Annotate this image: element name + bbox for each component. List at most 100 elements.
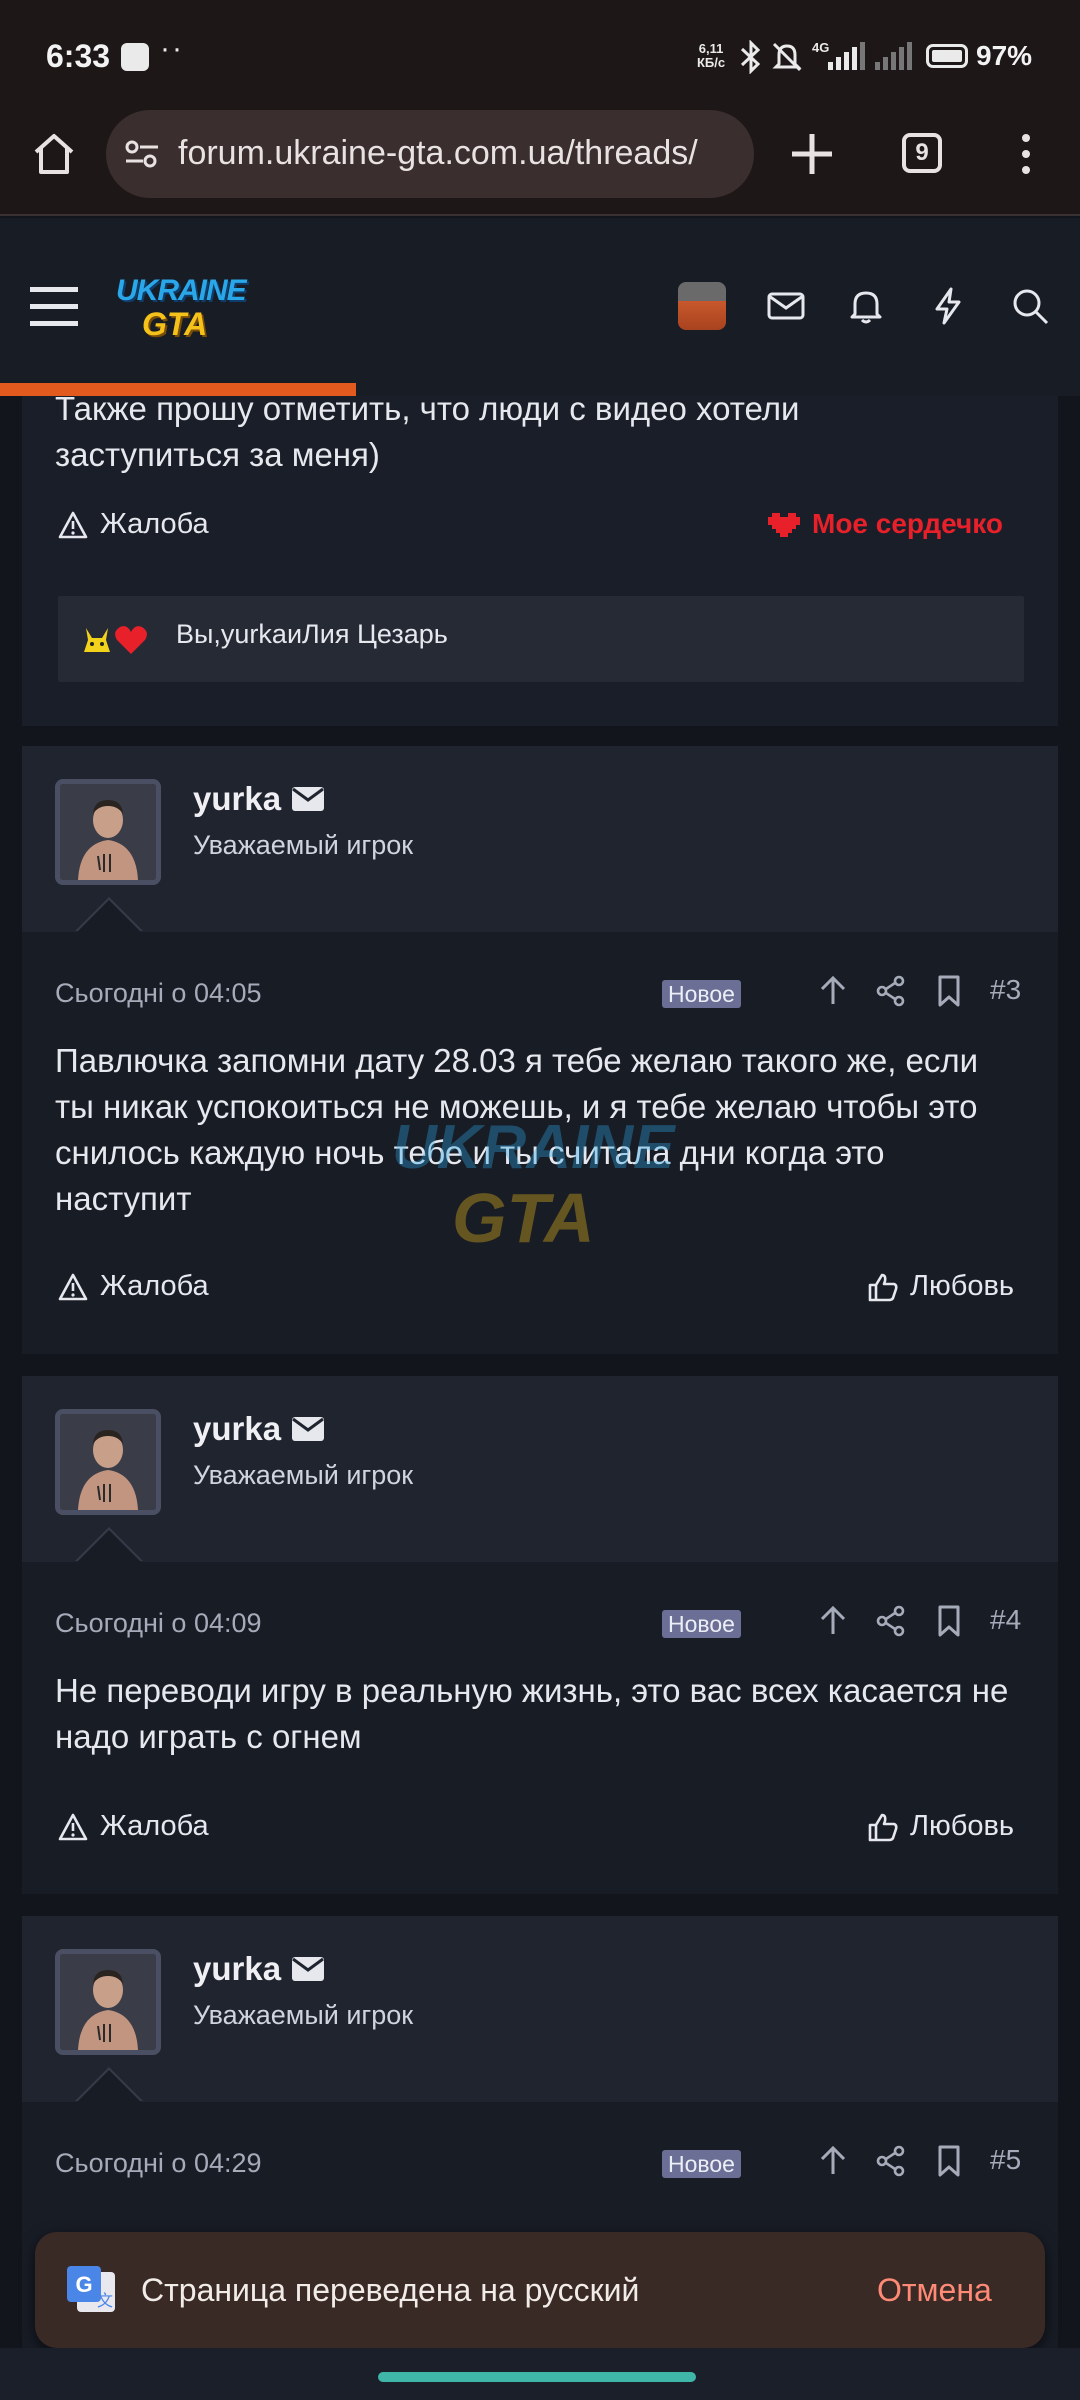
thumbs-up-icon xyxy=(868,1813,898,1841)
share-icon[interactable] xyxy=(874,974,908,1008)
share-icon[interactable] xyxy=(874,1604,908,1638)
arrow-up-icon[interactable] xyxy=(816,1604,850,1638)
post-number[interactable]: #3 xyxy=(990,974,1021,1006)
status-bar: 6:33 ·· 6,11 КБ/с 4G 97% xyxy=(0,0,1080,110)
warning-icon xyxy=(58,1813,88,1840)
report-button[interactable]: Жалоба xyxy=(58,1270,209,1303)
site-logo[interactable]: UKRAINE GTA xyxy=(112,274,248,344)
username[interactable]: yurka xyxy=(193,1410,325,1448)
post-date[interactable]: Сьогодні о 04:29 xyxy=(55,2148,262,2179)
pixel-heart-icon xyxy=(768,513,800,537)
svg-text:文: 文 xyxy=(97,2291,113,2310)
reactions-bar[interactable]: Вы,yurkaиЛия Цезарь xyxy=(58,596,1024,682)
user-avatar[interactable] xyxy=(678,282,726,330)
thumbs-up-icon xyxy=(868,1273,898,1301)
lightning-icon[interactable] xyxy=(928,286,968,326)
more-notifications-icon: ·· xyxy=(160,32,184,65)
post-user-block: yurka Уважаемый игрок xyxy=(22,1916,1058,2102)
user-title: Уважаемый игрок xyxy=(193,830,414,860)
watermark-text-top: UKRAINE xyxy=(392,1113,675,1182)
bookmark-icon[interactable] xyxy=(932,2144,966,2178)
avatar-image xyxy=(60,1414,156,1510)
avatar[interactable] xyxy=(55,779,161,885)
status-time: 6:33 xyxy=(46,38,111,74)
thread-content: Также прошу отметить, что люди с видео х… xyxy=(0,396,1080,2400)
report-button[interactable]: Жалоба xyxy=(58,508,209,541)
username-text[interactable]: yurka xyxy=(193,1950,281,1988)
read-progress-bar xyxy=(0,383,1080,396)
battery-icon xyxy=(926,44,968,68)
post-user-block: yurka Уважаемый игрок xyxy=(22,746,1058,932)
post-number[interactable]: #4 xyxy=(990,1604,1021,1636)
envelope-icon[interactable] xyxy=(291,1416,325,1442)
share-icon[interactable] xyxy=(874,2144,908,2178)
site-header: UKRAINE GTA xyxy=(0,218,1080,396)
post-date[interactable]: Сьогодні о 04:09 xyxy=(55,1608,262,1639)
gesture-handle[interactable] xyxy=(378,2372,696,2382)
avatar-image xyxy=(60,784,156,880)
network-speed-value: 6,11 xyxy=(698,41,724,56)
bell-icon[interactable] xyxy=(846,286,886,326)
bookmark-icon[interactable] xyxy=(932,974,966,1008)
logo-text-top: UKRAINE xyxy=(116,274,247,307)
new-tab-icon[interactable] xyxy=(786,128,838,180)
reaction-label: Мое сердечко xyxy=(812,508,1003,539)
snackbar-message: Страница переведена на русский xyxy=(141,2272,640,2308)
translate-snackbar: G 文 Страница переведена на русский Отмен… xyxy=(35,2232,1045,2348)
bluetooth-icon xyxy=(740,40,761,74)
network-speed: 6,11 КБ/с xyxy=(697,42,725,70)
tab-switcher-button[interactable]: 9 xyxy=(902,133,942,173)
post-user-block: yurka Уважаемый игрок xyxy=(22,1376,1058,1562)
envelope-icon[interactable] xyxy=(291,786,325,812)
svg-text:G: G xyxy=(75,2272,92,2297)
home-icon[interactable] xyxy=(30,130,78,178)
like-label: Любовь xyxy=(910,1810,1015,1842)
post-date[interactable]: Сьогодні о 04:05 xyxy=(55,978,262,1009)
envelope-icon[interactable] xyxy=(766,286,806,326)
site-watermark: UKRAINE GTA xyxy=(392,1112,692,1292)
logo-text-bottom: GTA xyxy=(142,306,208,342)
network-speed-unit: КБ/с xyxy=(697,55,726,70)
username-text[interactable]: yurka xyxy=(193,780,281,818)
url-text[interactable]: forum.ukraine-gta.com.ua/threads/ xyxy=(178,134,744,173)
reaction-button[interactable]: Мое сердечко xyxy=(768,508,1003,540)
user-title: Уважаемый игрок xyxy=(193,1460,414,1490)
post-number[interactable]: #5 xyxy=(990,2144,1021,2176)
site-settings-icon[interactable] xyxy=(122,134,162,174)
envelope-icon[interactable] xyxy=(291,1956,325,1982)
like-label: Любовь xyxy=(910,1270,1015,1302)
avatar[interactable] xyxy=(55,1409,161,1515)
arrow-up-icon[interactable] xyxy=(816,2144,850,2178)
bookmark-icon[interactable] xyxy=(932,1604,966,1638)
username-text[interactable]: yurka xyxy=(193,1410,281,1448)
username[interactable]: yurka xyxy=(193,780,325,818)
heart-reaction-icon xyxy=(115,626,147,654)
browser-toolbar: forum.ukraine-gta.com.ua/threads/ 9 xyxy=(0,110,1080,216)
user-block-pointer-fill xyxy=(77,900,141,932)
report-label: Жалоба xyxy=(100,1810,209,1842)
avatar[interactable] xyxy=(55,1949,161,2055)
user-title: Уважаемый игрок xyxy=(193,2000,414,2030)
more-menu-icon[interactable] xyxy=(1008,130,1044,178)
address-bar[interactable]: forum.ukraine-gta.com.ua/threads/ xyxy=(106,110,754,198)
username[interactable]: yurka xyxy=(193,1950,325,1988)
warning-icon xyxy=(58,1273,88,1300)
battery-percent: 97% xyxy=(976,40,1033,71)
new-badge: Новое xyxy=(662,980,741,1008)
reactions-users[interactable]: Вы,yurkaиЛия Цезарь xyxy=(176,619,448,650)
report-button[interactable]: Жалоба xyxy=(58,1810,209,1843)
notification-app-icon xyxy=(121,43,149,71)
search-icon[interactable] xyxy=(1010,286,1050,326)
post-text-line: Также прошу отметить, что люди с видео х… xyxy=(55,396,800,427)
read-progress-fill xyxy=(0,383,357,396)
hamburger-menu-icon[interactable] xyxy=(30,285,78,329)
undo-translation-button[interactable]: Отмена xyxy=(877,2272,992,2309)
signal-icon-sim2 xyxy=(875,42,912,70)
like-button[interactable]: Любовь xyxy=(868,1810,1014,1843)
report-label: Жалоба xyxy=(100,508,209,540)
post-4: yurka Уважаемый игрок Сьогодні о 04:09 Н… xyxy=(22,1376,1058,1894)
like-button[interactable]: Любовь xyxy=(868,1270,1014,1303)
user-block-pointer-fill xyxy=(77,1530,141,1562)
arrow-up-icon[interactable] xyxy=(816,974,850,1008)
report-label: Жалоба xyxy=(100,1270,209,1302)
